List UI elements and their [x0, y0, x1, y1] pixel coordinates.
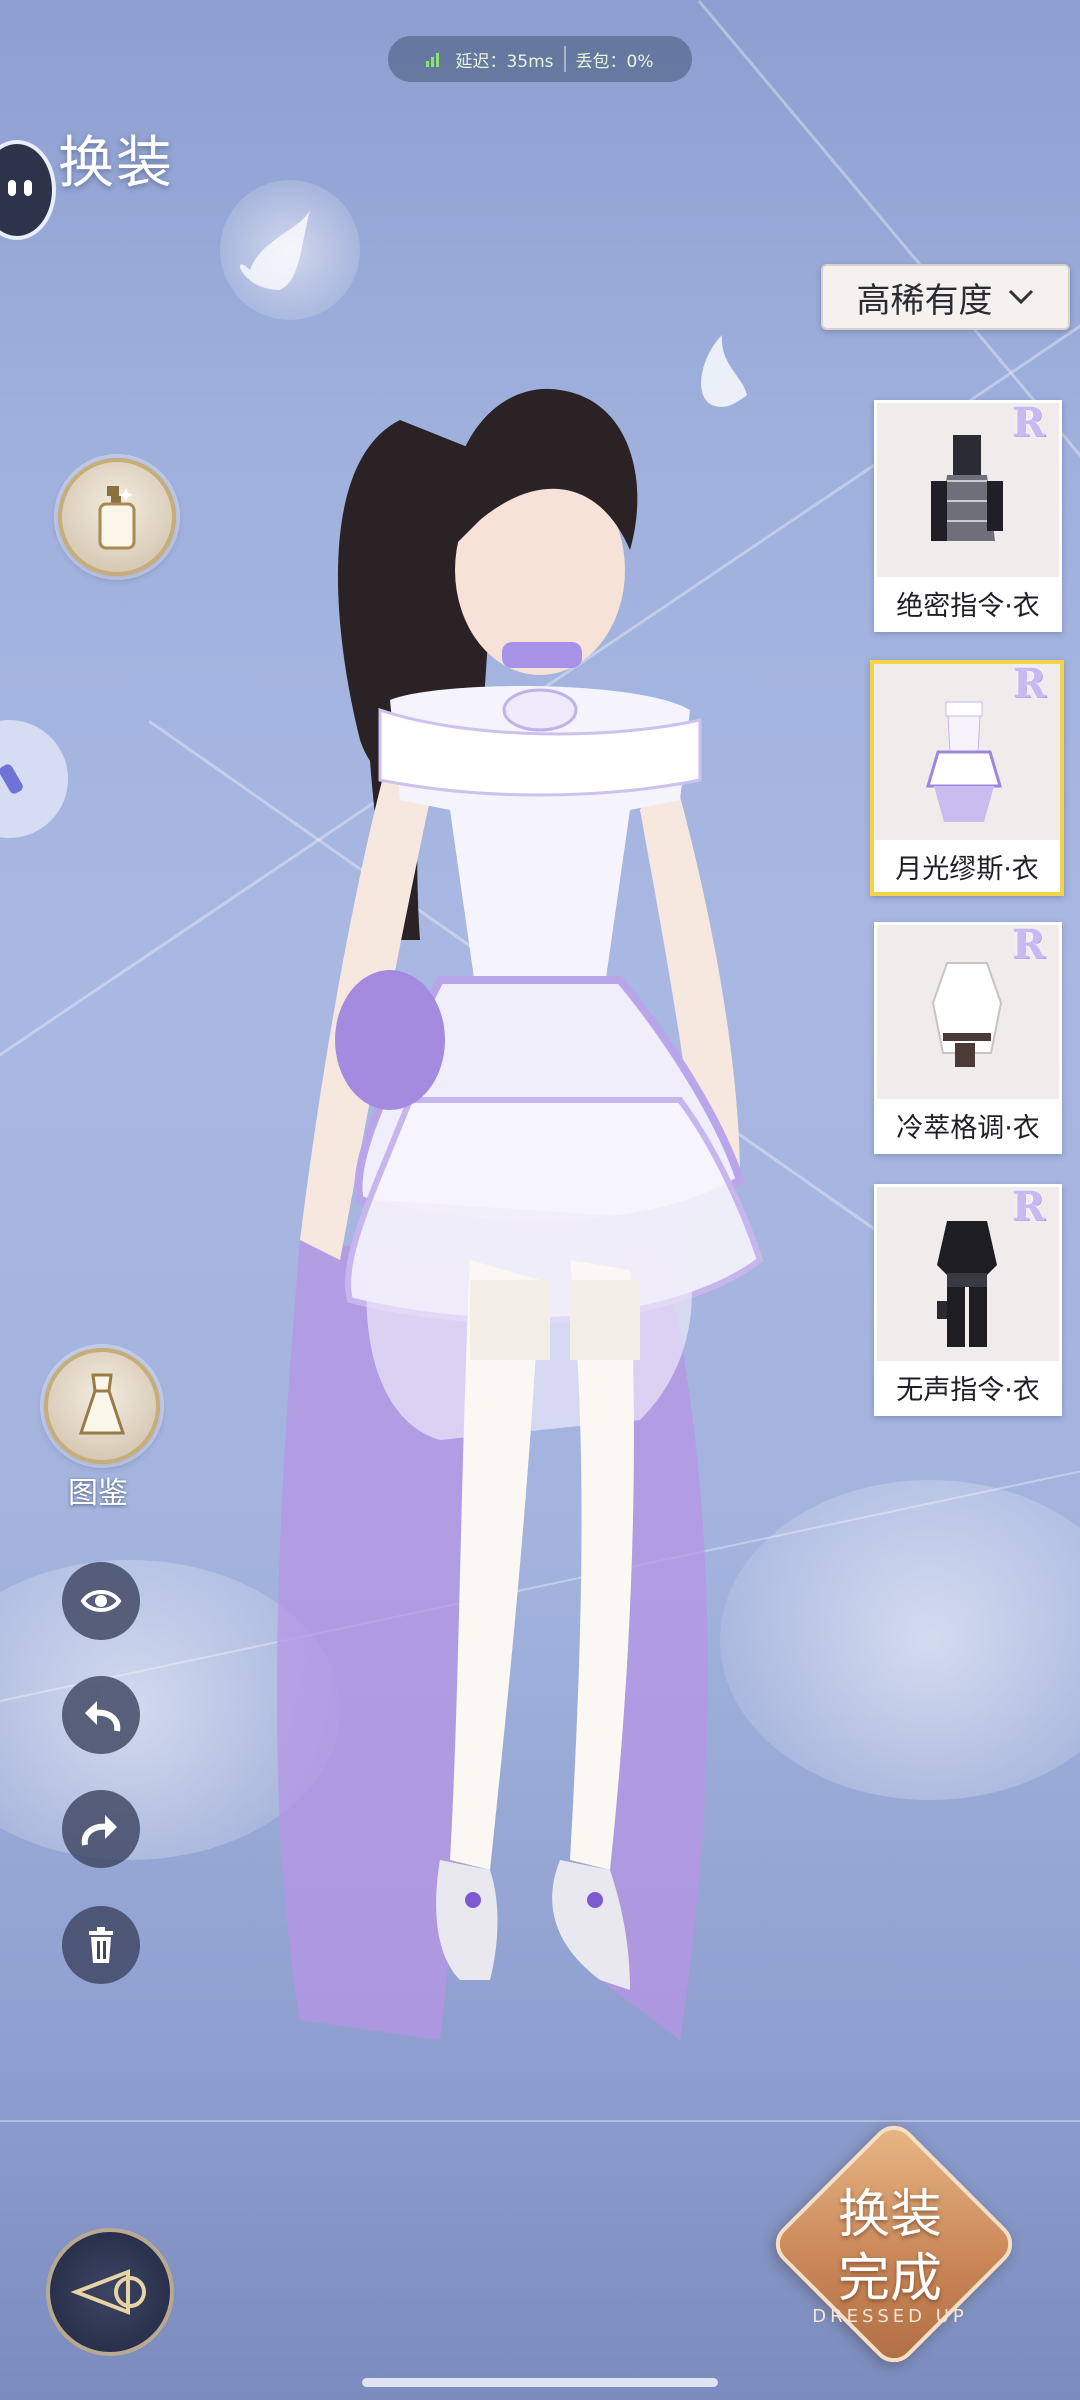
codex-button[interactable]	[44, 1348, 160, 1464]
trash-icon	[89, 1927, 113, 1963]
character-model	[240, 380, 840, 2140]
done-button-line2: 完成	[837, 2249, 942, 2309]
codex-label: 图鉴	[68, 1476, 128, 1511]
chevron-down-icon	[1008, 289, 1033, 305]
toggle-visibility-button[interactable]	[62, 1562, 140, 1640]
dressed-up-button[interactable]: 换装 完成 DRESSED UP	[766, 2116, 1022, 2372]
redo-button[interactable]	[62, 1790, 140, 1868]
outfit-name: 月光缪斯·衣	[874, 840, 1060, 892]
outfit-card-selected[interactable]: R 月光缪斯·衣	[870, 660, 1064, 896]
latency-text: 延迟：35ms	[455, 51, 554, 72]
signal-icon	[426, 51, 440, 67]
cosmetics-button[interactable]	[58, 458, 176, 576]
network-status: 延迟：35ms 丢包：0%	[388, 36, 692, 82]
back-button[interactable]	[46, 2228, 174, 2356]
outfit-card[interactable]: R 冷萃格调·衣	[874, 921, 1062, 1154]
outfit-card[interactable]: R 无声指令·衣	[874, 1183, 1062, 1416]
undo-button[interactable]	[62, 1676, 140, 1754]
butterfly-decoration	[240, 210, 310, 290]
packet-loss-text: 丢包：0%	[575, 51, 654, 72]
outfit-thumbnail	[931, 435, 1003, 541]
done-button-subtitle: DRESSED UP	[812, 2306, 968, 2327]
outfit-name: 绝密指令·衣	[877, 577, 1059, 629]
rarity-filter-dropdown[interactable]: 高稀有度	[821, 264, 1070, 330]
lotion-bottle-icon	[98, 486, 136, 550]
page-title: 换装	[58, 131, 174, 196]
filter-label: 高稀有度	[856, 280, 993, 321]
rarity-badge: R	[1012, 660, 1046, 707]
outfit-name: 无声指令·衣	[877, 1361, 1059, 1413]
outfit-card[interactable]: R 绝密指令·衣	[874, 399, 1062, 632]
outfit-thumbnail	[925, 701, 1003, 822]
eye-icon	[80, 1590, 122, 1612]
outfit-thumbnail	[931, 962, 1003, 1067]
undo-icon	[85, 1701, 121, 1732]
redo-icon	[81, 1815, 117, 1846]
clear-outfit-button[interactable]	[62, 1906, 140, 1984]
outfit-name: 冷萃格调·衣	[877, 1099, 1059, 1151]
divider	[563, 46, 566, 72]
home-indicator[interactable]	[362, 2378, 718, 2387]
outfit-thumbnail	[937, 1221, 997, 1347]
dress-icon	[78, 1373, 126, 1435]
back-arrow-icon	[70, 2269, 146, 2315]
